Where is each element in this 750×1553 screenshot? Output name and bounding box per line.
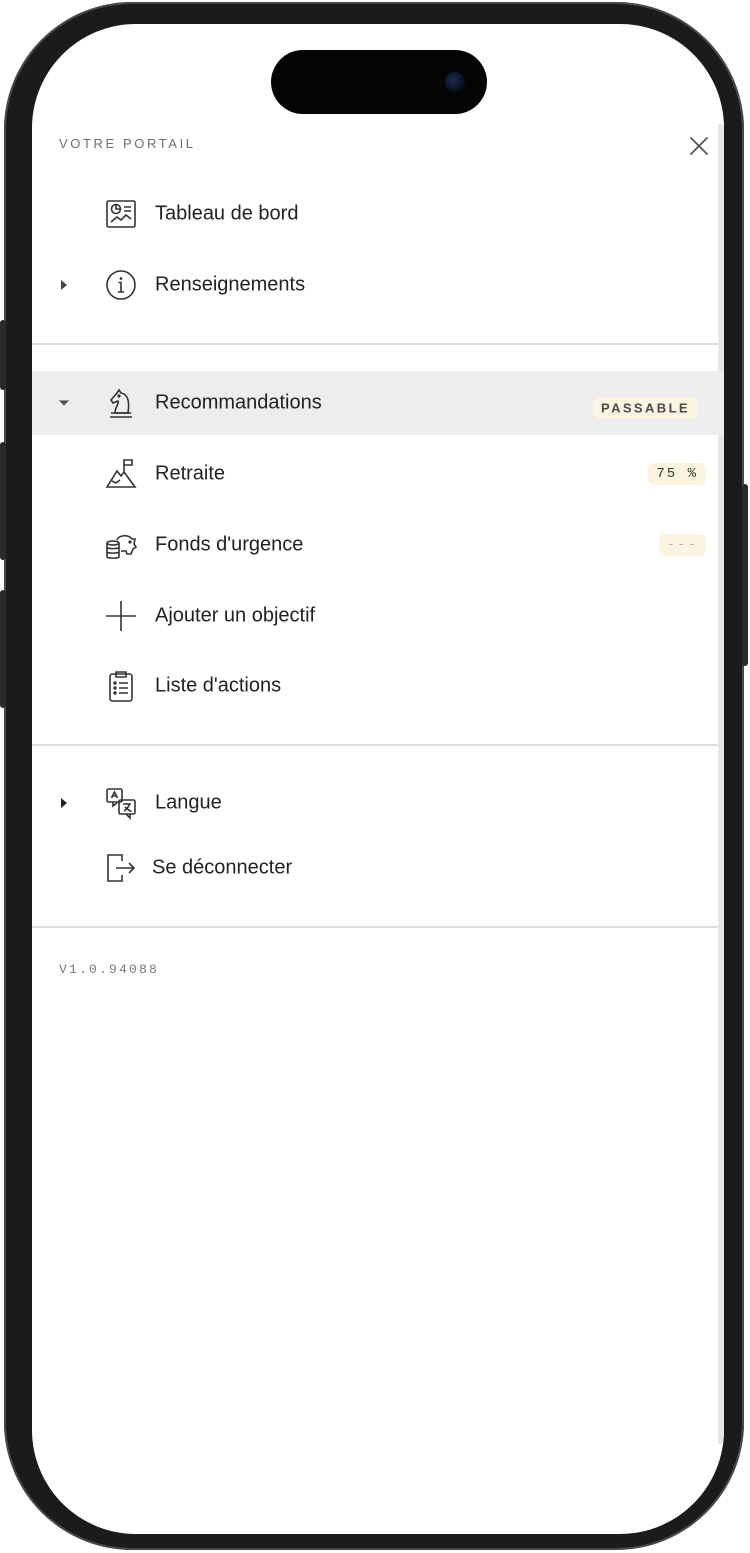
clipboard-list-icon <box>104 669 138 703</box>
nav-label-info: Renseignements <box>155 273 306 296</box>
nav-label-retirement: Retraite <box>155 462 226 485</box>
chess-knight-icon <box>104 386 138 420</box>
caret-down-icon[interactable] <box>58 397 70 409</box>
nav-label-action-list: Liste d'actions <box>155 674 282 697</box>
nav-label-logout: Se déconnecter <box>152 856 293 879</box>
app-version: V1.0.94088 <box>59 962 160 977</box>
translate-icon <box>104 786 138 820</box>
mountain-flag-icon <box>104 457 138 491</box>
camera-icon <box>445 72 465 92</box>
portal-header: VOTRE PORTAIL <box>59 132 708 160</box>
nav-label-dashboard: Tableau de bord <box>155 202 299 225</box>
screen: VOTRE PORTAIL Tableau de bord Renseignem… <box>32 24 724 1534</box>
nav-label-language: Langue <box>155 791 222 814</box>
nav-item-logout[interactable]: Se déconnecter <box>32 836 724 900</box>
caret-right-icon[interactable] <box>58 279 70 291</box>
nav-item-action-list[interactable]: Liste d'actions <box>32 654 724 718</box>
info-icon <box>104 268 138 302</box>
caret-right-icon[interactable] <box>58 797 70 809</box>
close-icon <box>690 137 708 155</box>
nav-item-recommendations[interactable]: Recommandations PASSABLE <box>32 371 724 435</box>
phone-frame: VOTRE PORTAIL Tableau de bord Renseignem… <box>0 2 748 1550</box>
volume-up-button <box>0 442 6 560</box>
nav-item-retirement[interactable]: Retraite 75 % <box>32 442 724 506</box>
volume-down-button <box>0 590 6 708</box>
portal-title: VOTRE PORTAIL <box>59 136 196 151</box>
dashboard-icon <box>104 197 138 231</box>
progress-badge-emergency-fund: --- <box>658 534 706 556</box>
nav-item-info[interactable]: Renseignements <box>32 253 724 317</box>
power-button <box>742 484 748 666</box>
status-badge-recommendations: PASSABLE <box>592 397 698 419</box>
nav-label-add-goal: Ajouter un objectif <box>155 604 316 627</box>
nav-item-emergency-fund[interactable]: Fonds d'urgence --- <box>32 513 724 577</box>
dynamic-island <box>271 50 487 114</box>
piggy-bank-icon <box>104 528 138 562</box>
action-button <box>0 320 6 390</box>
nav-item-language[interactable]: Langue <box>32 771 724 835</box>
progress-badge-retirement: 75 % <box>648 463 706 485</box>
divider <box>32 744 718 746</box>
nav-item-dashboard[interactable]: Tableau de bord <box>32 182 724 246</box>
divider <box>32 343 718 345</box>
close-button[interactable] <box>685 132 713 160</box>
nav-label-emergency-fund: Fonds d'urgence <box>155 533 304 556</box>
nav-label-recommendations: Recommandations <box>155 391 322 414</box>
plus-icon <box>104 599 138 633</box>
nav-item-add-goal[interactable]: Ajouter un objectif <box>32 584 724 648</box>
logout-icon <box>104 851 138 885</box>
divider <box>32 926 718 928</box>
